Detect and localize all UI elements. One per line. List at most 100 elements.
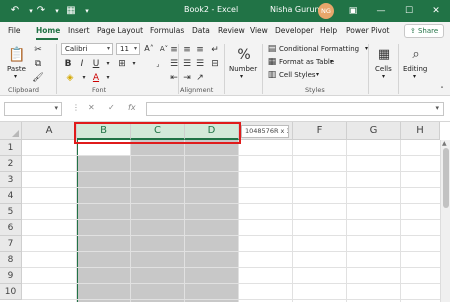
bottom-align-icon[interactable]: ≡: [194, 44, 206, 56]
tab-power-pivot[interactable]: Power Pivot: [346, 26, 389, 35]
close-icon[interactable]: ✕: [428, 3, 444, 19]
column-header-g[interactable]: G: [347, 122, 401, 140]
font-size-select[interactable]: 11 ▾: [116, 43, 140, 55]
paste-button[interactable]: Paste: [7, 65, 26, 73]
align-right-icon[interactable]: ☰: [194, 58, 206, 70]
formula-input[interactable]: ▾: [146, 102, 444, 116]
top-align-icon[interactable]: ≡: [168, 44, 180, 56]
row-header-6[interactable]: 6: [0, 220, 22, 236]
fill-color-icon[interactable]: ◈: [64, 72, 76, 84]
bold-icon[interactable]: B: [62, 58, 74, 70]
selection-size-tooltip: 1048576R x 3C: [241, 125, 289, 138]
conditional-formatting-button[interactable]: Conditional Formatting: [279, 45, 359, 53]
fill-color-dropdown-icon[interactable]: ▾: [78, 72, 90, 84]
font-color-dropdown-icon[interactable]: ▾: [102, 72, 114, 84]
decrease-indent-icon[interactable]: ⇤: [168, 72, 180, 84]
share-label: Share: [417, 27, 439, 35]
increase-indent-icon[interactable]: ⇥: [181, 72, 193, 84]
copy-icon[interactable]: ⧉: [32, 58, 44, 70]
wrap-text-icon[interactable]: ↵: [209, 44, 221, 56]
tab-help[interactable]: Help: [320, 26, 337, 35]
enter-icon[interactable]: ✓: [108, 103, 115, 112]
format-painter-icon[interactable]: 🖌: [32, 72, 44, 84]
cells-icon[interactable]: ▦: [375, 46, 393, 64]
row-header-4[interactable]: 4: [0, 188, 22, 204]
dialog-launcher-icon[interactable]: ⌟: [152, 58, 164, 70]
share-button[interactable]: ⇪ Share: [404, 24, 444, 38]
row-header-3[interactable]: 3: [0, 172, 22, 188]
row-header-10[interactable]: 10: [0, 284, 22, 300]
row-header-5[interactable]: 5: [0, 204, 22, 220]
tab-review[interactable]: Review: [218, 26, 245, 35]
select-all-button[interactable]: [0, 122, 22, 140]
collapse-ribbon-icon[interactable]: ˄: [436, 84, 448, 96]
paste-dropdown-icon[interactable]: ▾: [14, 73, 17, 80]
minimize-icon[interactable]: —: [373, 3, 389, 19]
ribbon-display-icon[interactable]: ▣: [345, 3, 361, 19]
cell-styles-button[interactable]: Cell Styles: [279, 71, 316, 79]
borders-dropdown-icon[interactable]: ▾: [128, 58, 140, 70]
column-header-a[interactable]: A: [22, 122, 77, 140]
row-header-8[interactable]: 8: [0, 252, 22, 268]
align-left-icon[interactable]: ☰: [168, 58, 180, 70]
scroll-up-icon[interactable]: ▲: [442, 140, 447, 147]
name-box[interactable]: ▾: [4, 102, 62, 116]
underline-icon[interactable]: U: [90, 58, 102, 70]
font-color-icon[interactable]: A: [90, 72, 102, 84]
font-name-select[interactable]: Calibri ▾: [61, 43, 113, 55]
redo-icon[interactable]: ↷: [34, 4, 48, 18]
middle-align-icon[interactable]: ≡: [181, 44, 193, 56]
redo-dropdown-icon[interactable]: ▾: [50, 4, 64, 18]
tab-home[interactable]: Home: [36, 26, 60, 35]
editing-button[interactable]: Editing: [403, 65, 427, 73]
column-header-h[interactable]: H: [401, 122, 440, 140]
cell-styles-dropdown-icon[interactable]: ▾: [316, 71, 319, 78]
insert-function-icon[interactable]: fx: [128, 103, 136, 112]
percent-icon[interactable]: %: [235, 46, 253, 64]
tab-page-layout[interactable]: Page Layout: [97, 26, 143, 35]
increase-font-size-icon[interactable]: A˄: [143, 43, 155, 55]
tab-formulas[interactable]: Formulas: [150, 26, 184, 35]
tab-file[interactable]: File: [8, 26, 21, 35]
chevron-down-icon: ▾: [106, 45, 110, 52]
tab-view[interactable]: View: [250, 26, 268, 35]
cancel-icon[interactable]: ✕: [88, 103, 95, 112]
number-button[interactable]: Number: [229, 65, 257, 73]
worksheet-grid[interactable]: A B C D F G H 1 2 3 4 5 6 7 8 9 10 10485…: [0, 122, 450, 302]
cells-dropdown-icon[interactable]: ▾: [382, 73, 385, 80]
row-header-1[interactable]: 1: [0, 140, 22, 156]
align-center-icon[interactable]: ☰: [181, 58, 193, 70]
maximize-icon[interactable]: ☐: [401, 3, 417, 19]
user-name[interactable]: Nisha Gurung: [270, 5, 325, 14]
format-as-table-icon[interactable]: ▦: [266, 56, 278, 68]
column-header-f[interactable]: F: [293, 122, 347, 140]
paste-icon[interactable]: 📋: [8, 46, 26, 64]
format-as-table-button[interactable]: Format as Table: [279, 58, 334, 66]
tab-insert[interactable]: Insert: [68, 26, 90, 35]
row-header-9[interactable]: 9: [0, 268, 22, 284]
customize-toolbar-icon[interactable]: ▾: [80, 4, 94, 18]
vertical-scrollbar[interactable]: ▲: [440, 140, 450, 302]
merge-center-icon[interactable]: ⊟: [209, 58, 221, 70]
avatar[interactable]: NG: [318, 3, 334, 19]
row-header-2[interactable]: 2: [0, 156, 22, 172]
conditional-formatting-icon[interactable]: ▤: [266, 43, 278, 55]
underline-dropdown-icon[interactable]: ▾: [102, 58, 114, 70]
search-icon[interactable]: ⌕: [407, 46, 425, 64]
row-header-7[interactable]: 7: [0, 236, 22, 252]
format-as-table-dropdown-icon[interactable]: ▾: [330, 58, 333, 65]
number-dropdown-icon[interactable]: ▾: [240, 73, 243, 80]
tab-data[interactable]: Data: [192, 26, 210, 35]
cut-icon[interactable]: ✂: [32, 44, 44, 56]
quick-access-icon[interactable]: ▦: [64, 4, 78, 18]
cells-button[interactable]: Cells: [375, 65, 392, 73]
undo-icon[interactable]: ↶: [8, 4, 22, 18]
orientation-icon[interactable]: ↗: [194, 72, 206, 84]
editing-dropdown-icon[interactable]: ▾: [413, 73, 416, 80]
more-options-icon[interactable]: ⋮: [72, 103, 80, 112]
cell-styles-icon[interactable]: ▥: [266, 69, 278, 81]
tab-developer[interactable]: Developer: [275, 26, 314, 35]
scrollbar-thumb[interactable]: [443, 148, 449, 208]
italic-icon[interactable]: I: [76, 58, 88, 70]
borders-icon[interactable]: ⊞: [116, 58, 128, 70]
